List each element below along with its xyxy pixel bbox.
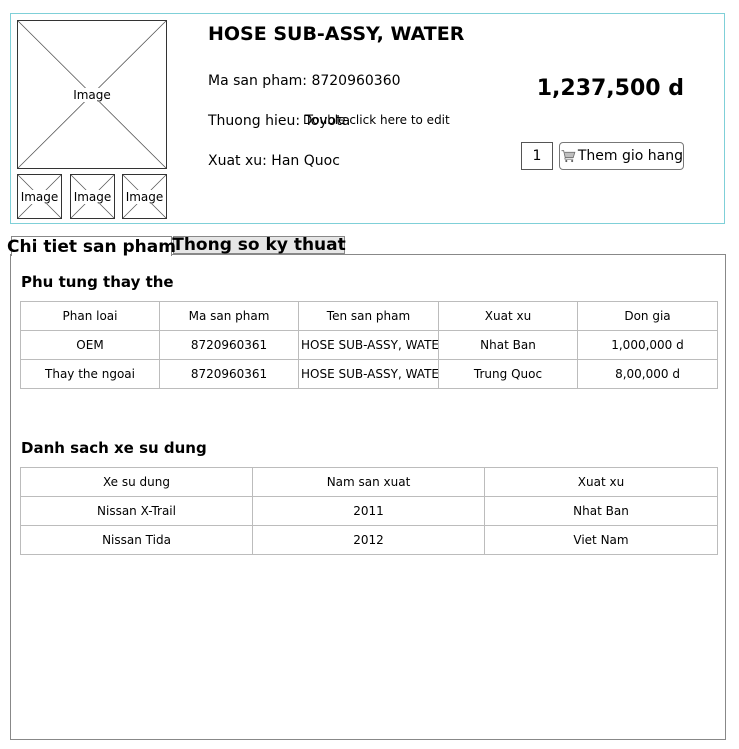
add-to-cart-button[interactable]: Them gio hang: [559, 142, 684, 170]
thumbnail-label: Image: [72, 189, 113, 204]
table-row[interactable]: Thay the ngoai 8720960361 HOSE SUB-ASSY,…: [20, 359, 718, 389]
tab-label: Thong so ky thuat: [172, 235, 346, 255]
add-to-cart-label: Them gio hang: [577, 148, 683, 164]
table-header-cell: Don gia: [577, 301, 718, 331]
main-image-label: Image: [72, 87, 112, 102]
table-cell: Nissan Tida: [20, 525, 253, 555]
thumbnail-image-3[interactable]: Image: [122, 174, 167, 219]
edit-hint[interactable]: Double click here to edit: [303, 113, 450, 127]
table-cell: 2011: [252, 496, 485, 526]
thumbnail-label: Image: [19, 189, 60, 204]
table-header-cell: Xuat xu: [438, 301, 578, 331]
table-header-cell: Ma san pham: [159, 301, 299, 331]
main-product-image[interactable]: Image: [17, 20, 167, 169]
table-header-cell: Xe su dung: [20, 467, 253, 497]
thumbnail-label: Image: [124, 189, 165, 204]
table-cell: HOSE SUB-ASSY, WATER: [298, 359, 439, 389]
table-row[interactable]: Nissan Tida 2012 Viet Nam: [20, 525, 718, 555]
product-code: Ma san pham: 8720960360: [208, 73, 401, 89]
replacement-parts-title: Phu tung thay the: [21, 273, 174, 291]
thumbnail-image-2[interactable]: Image: [70, 174, 115, 219]
table-cell: Nhat Ban: [438, 330, 578, 360]
table-cell: 1,000,000 d: [577, 330, 718, 360]
table-cell: Nhat Ban: [484, 496, 718, 526]
table-header-cell: Ten san pham: [298, 301, 439, 331]
tab-content-panel: Phu tung thay the Phan loai Ma san pham …: [10, 254, 726, 740]
table-row[interactable]: OEM 8720960361 HOSE SUB-ASSY, WATER Nhat…: [20, 330, 718, 360]
product-title: HOSE SUB-ASSY, WATER: [208, 23, 465, 45]
table-cell: 8720960361: [159, 330, 299, 360]
table-cell: Nissan X-Trail: [20, 496, 253, 526]
table-cell: HOSE SUB-ASSY, WATER: [298, 330, 439, 360]
table-header-cell: Phan loai: [20, 301, 160, 331]
table-cell: 8,00,000 d: [577, 359, 718, 389]
table-cell: OEM: [20, 330, 160, 360]
product-origin: Xuat xu: Han Quoc: [208, 153, 340, 169]
shopping-cart-icon: [561, 150, 576, 163]
product-price: 1,237,500 d: [536, 76, 684, 101]
table-cell: Thay the ngoai: [20, 359, 160, 389]
table-header-cell: Nam san xuat: [252, 467, 485, 497]
table-cell: 8720960361: [159, 359, 299, 389]
vehicles-title: Danh sach xe su dung: [21, 439, 207, 457]
tab-product-details[interactable]: Chi tiet san pham: [7, 236, 176, 257]
table-cell: 2012: [252, 525, 485, 555]
table-cell: Trung Quoc: [438, 359, 578, 389]
tab-label: Chi tiet san pham: [7, 236, 176, 257]
tab-specifications[interactable]: Thong so ky thuat: [172, 235, 346, 255]
table-header-row: Phan loai Ma san pham Ten san pham Xuat …: [20, 301, 718, 331]
table-header-cell: Xuat xu: [484, 467, 718, 497]
thumbnail-image-1[interactable]: Image: [17, 174, 62, 219]
table-header-row: Xe su dung Nam san xuat Xuat xu: [20, 467, 718, 497]
vehicles-table: Xe su dung Nam san xuat Xuat xu Nissan X…: [20, 467, 718, 555]
product-panel: Image Image Image Image HOSE SUB-ASSY, W…: [10, 13, 725, 224]
replacement-parts-table: Phan loai Ma san pham Ten san pham Xuat …: [20, 301, 718, 389]
table-row[interactable]: Nissan X-Trail 2011 Nhat Ban: [20, 496, 718, 526]
quantity-input[interactable]: 1: [521, 142, 553, 170]
table-cell: Viet Nam: [484, 525, 718, 555]
